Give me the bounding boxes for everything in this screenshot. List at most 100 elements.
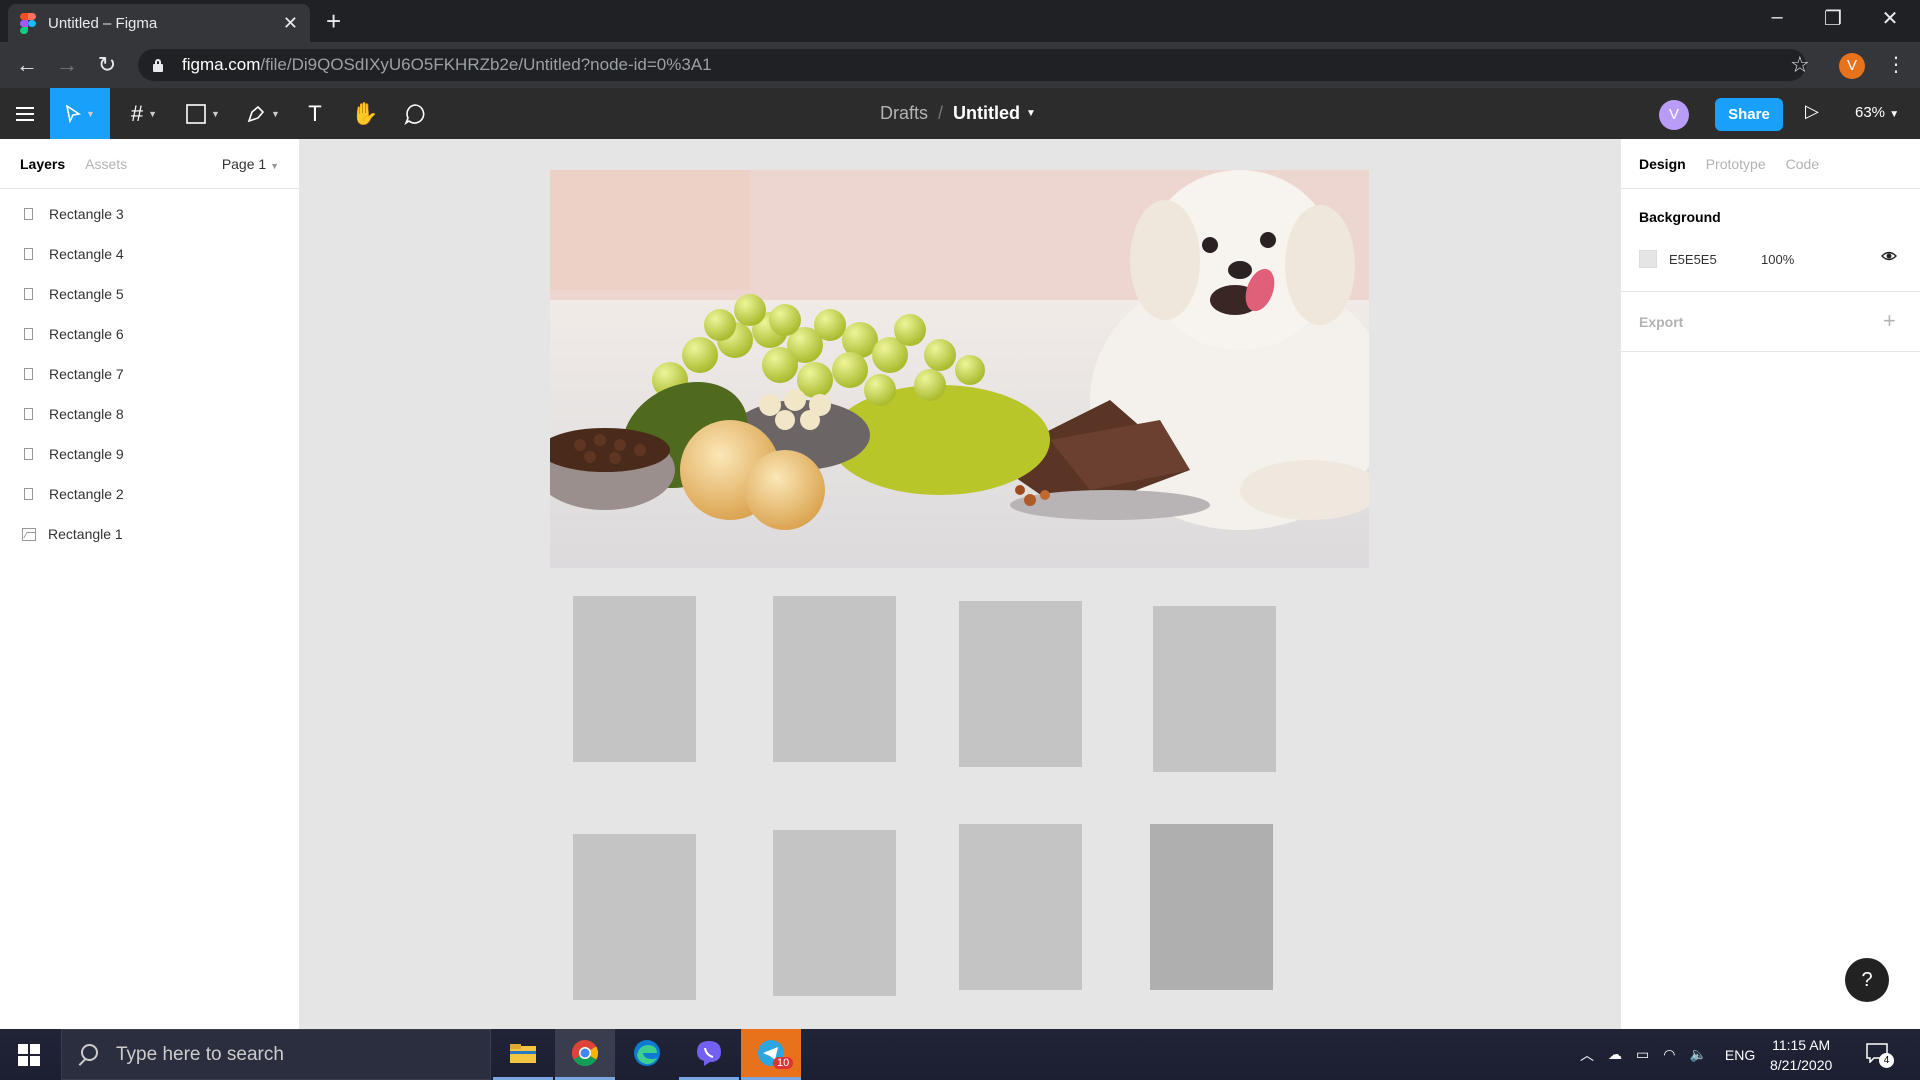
background-hex-value[interactable]: E5E5E5 xyxy=(1669,252,1717,267)
address-bar: ← → ↻ figma.com /file/Di9QOSdIXyU6O5FKHR… xyxy=(0,42,1920,88)
layer-name: Rectangle 2 xyxy=(49,486,124,502)
edge-icon[interactable] xyxy=(617,1029,677,1080)
layer-row[interactable]: Rectangle 1 xyxy=(0,514,299,554)
pen-tool-button[interactable]: ▼ xyxy=(240,88,286,139)
volume-icon[interactable]: 🔈 xyxy=(1689,1046,1706,1063)
share-button[interactable]: Share xyxy=(1715,98,1783,131)
battery-icon[interactable]: ▭ xyxy=(1636,1046,1649,1063)
notification-count: 4 xyxy=(1879,1053,1894,1068)
telegram-badge: 10 xyxy=(773,1057,794,1069)
layer-name: Rectangle 5 xyxy=(49,286,124,302)
layer-row[interactable]: Rectangle 6 xyxy=(0,314,299,354)
placeholder-rectangle[interactable] xyxy=(773,596,896,762)
language-indicator[interactable]: ENG xyxy=(1725,1047,1755,1063)
layer-row[interactable]: Rectangle 8 xyxy=(0,394,299,434)
tab-design[interactable]: Design xyxy=(1639,156,1686,172)
viber-icon[interactable] xyxy=(679,1029,739,1080)
telegram-icon[interactable]: 10 xyxy=(741,1029,801,1080)
back-icon[interactable]: ← xyxy=(12,50,42,80)
hand-icon: ✋ xyxy=(351,100,379,126)
url-host: figma.com xyxy=(182,55,261,74)
clock-time: 11:15 AM xyxy=(1772,1037,1831,1053)
hand-tool-button[interactable]: ✋ xyxy=(350,88,380,139)
layer-row[interactable]: Rectangle 4 xyxy=(0,234,299,274)
help-button[interactable]: ? xyxy=(1845,958,1889,1002)
browser-menu-icon[interactable]: ⋮ xyxy=(1886,52,1906,77)
text-tool-button[interactable]: T xyxy=(300,88,330,139)
clock[interactable]: 11:15 AM 8/21/2020 xyxy=(1770,1035,1832,1075)
url-field[interactable]: figma.com /file/Di9QOSdIXyU6O5FKHRZb2e/U… xyxy=(138,49,1806,81)
placeholder-rectangle[interactable] xyxy=(1150,824,1273,990)
tab-code[interactable]: Code xyxy=(1786,156,1819,172)
layer-name: Rectangle 4 xyxy=(49,246,124,262)
url-path: /file/Di9QOSdIXyU6O5FKHRZb2e/Untitled?no… xyxy=(260,55,712,74)
page-selector[interactable]: Page 1 ▼ xyxy=(222,156,279,172)
zoom-level: 63% xyxy=(1855,104,1886,121)
placeholder-rectangle[interactable] xyxy=(573,596,696,762)
chevron-up-icon[interactable]: ︿ xyxy=(1580,1045,1594,1065)
present-play-icon[interactable]: ▷ xyxy=(1805,101,1819,122)
hero-image-dog-with-food[interactable] xyxy=(550,170,1369,568)
avatar[interactable]: V xyxy=(1659,100,1689,130)
new-tab-icon[interactable]: + xyxy=(326,8,341,34)
file-name[interactable]: Untitled xyxy=(953,103,1020,124)
reload-icon[interactable]: ↻ xyxy=(92,50,122,80)
minimize-icon[interactable]: – xyxy=(1754,6,1800,29)
bookmark-star-icon[interactable]: ☆ xyxy=(1790,52,1810,78)
zoom-dropdown[interactable]: 63% ▼ xyxy=(1855,104,1899,121)
close-window-icon[interactable]: ✕ xyxy=(1867,6,1913,31)
right-panel-tabs: Design Prototype Code xyxy=(1621,139,1920,189)
browser-tab-bar: Untitled – Figma ✕ + – ❐ ✕ xyxy=(0,0,1920,42)
main-menu-icon[interactable] xyxy=(10,88,40,139)
forward-icon[interactable]: → xyxy=(52,50,82,80)
shape-tool-button[interactable]: ▼ xyxy=(180,88,226,139)
chrome-icon[interactable] xyxy=(555,1029,615,1080)
tab-layers[interactable]: Layers xyxy=(20,156,65,172)
layer-name: Rectangle 7 xyxy=(49,366,124,382)
breadcrumb-drafts[interactable]: Drafts xyxy=(880,103,928,124)
export-section: Export + xyxy=(1621,292,1920,352)
canvas[interactable] xyxy=(300,139,1620,1029)
rectangle-layer-icon xyxy=(24,328,33,340)
profile-avatar[interactable]: V xyxy=(1839,53,1865,79)
wifi-icon[interactable]: ◠ xyxy=(1663,1046,1675,1063)
taskbar-search-input[interactable]: Type here to search xyxy=(61,1029,491,1080)
tab-assets[interactable]: Assets xyxy=(85,156,127,172)
layer-row[interactable]: Rectangle 7 xyxy=(0,354,299,394)
dog-food-illustration xyxy=(550,170,1369,568)
onedrive-icon[interactable]: ☁ xyxy=(1608,1046,1622,1063)
layer-row[interactable]: Rectangle 2 xyxy=(0,474,299,514)
browser-tab[interactable]: Untitled – Figma ✕ xyxy=(8,4,310,42)
placeholder-rectangle[interactable] xyxy=(573,834,696,1000)
placeholder-rectangle[interactable] xyxy=(959,601,1082,767)
add-export-icon[interactable]: + xyxy=(1883,308,1896,334)
figma-logo-icon xyxy=(20,13,36,34)
move-tool-button[interactable]: ▼ xyxy=(50,88,110,139)
pen-icon xyxy=(247,105,265,122)
background-opacity-value[interactable]: 100% xyxy=(1761,252,1794,267)
frame-tool-button[interactable]: # ▼ xyxy=(122,88,166,139)
chevron-down-icon[interactable]: ▼ xyxy=(1026,108,1036,119)
placeholder-rectangle[interactable] xyxy=(773,830,896,996)
close-tab-icon[interactable]: ✕ xyxy=(283,13,298,34)
tab-prototype[interactable]: Prototype xyxy=(1706,156,1766,172)
rectangle-layer-icon xyxy=(24,368,33,380)
windows-start-icon[interactable] xyxy=(18,1044,40,1066)
layer-row[interactable]: Rectangle 9 xyxy=(0,434,299,474)
file-explorer-icon[interactable] xyxy=(493,1029,553,1080)
text-icon: T xyxy=(308,100,322,126)
background-color-swatch[interactable] xyxy=(1639,250,1657,268)
notification-center-icon[interactable]: 4 xyxy=(1866,1041,1896,1069)
restore-icon[interactable]: ❐ xyxy=(1810,6,1856,31)
layers-panel: Layers Assets Page 1 ▼ Rectangle 3 Recta… xyxy=(0,139,300,1029)
layer-name: Rectangle 6 xyxy=(49,326,124,342)
system-tray: ︿ ☁ ▭ ◠ 🔈 ENG xyxy=(1580,1029,1755,1080)
placeholder-rectangle[interactable] xyxy=(1153,606,1276,772)
tab-title: Untitled – Figma xyxy=(48,14,158,32)
comment-tool-button[interactable] xyxy=(400,88,430,139)
layer-row[interactable]: Rectangle 3 xyxy=(0,194,299,234)
layer-row[interactable]: Rectangle 5 xyxy=(0,274,299,314)
placeholder-rectangle[interactable] xyxy=(959,824,1082,990)
layer-name: Rectangle 9 xyxy=(49,446,124,462)
eye-icon[interactable] xyxy=(1881,248,1897,264)
